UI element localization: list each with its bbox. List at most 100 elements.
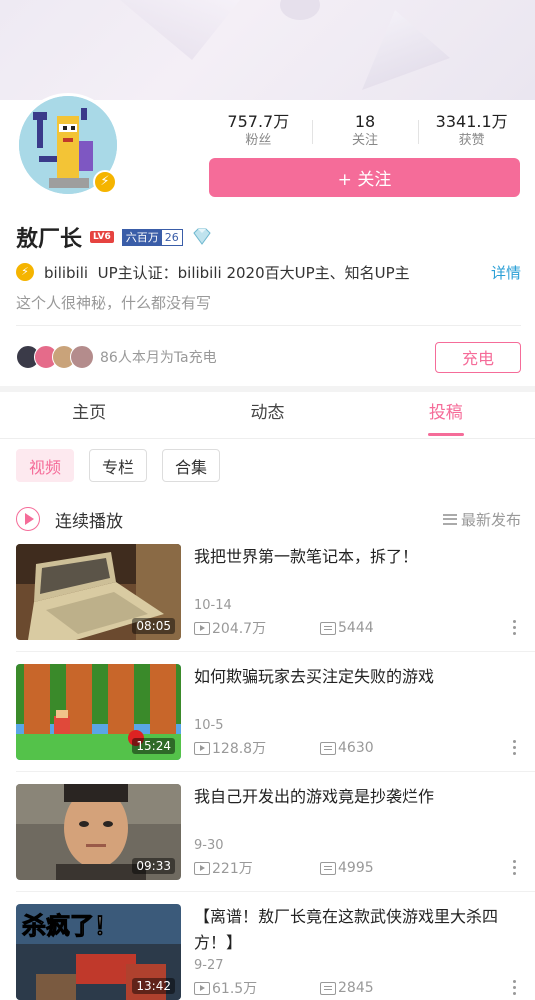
divider (16, 891, 535, 892)
stat-value: 18 (354, 112, 376, 131)
danmaku-icon (320, 741, 336, 755)
play-count: 221万 (194, 858, 320, 878)
divider (0, 438, 535, 439)
video-duration: 13:42 (132, 978, 175, 994)
play-all-row: 连续播放 最新发布 (16, 505, 521, 533)
stat-fans[interactable]: 757.7万 粉丝 (205, 112, 312, 152)
stat-likes[interactable]: 3341.1万 获赞 (418, 112, 525, 152)
play-count-icon (194, 621, 210, 635)
profile-stats: 757.7万 粉丝 18 关注 3341.1万 获赞 (205, 112, 525, 152)
play-count-icon (194, 861, 210, 875)
list-icon (442, 513, 457, 525)
stat-label: 获赞 (458, 133, 485, 148)
more-options-icon[interactable] (513, 980, 517, 996)
diamond-icon[interactable] (191, 228, 213, 246)
video-date: 10-5 (194, 718, 224, 733)
charge-row: 86人本月为Ta充电 充电 (16, 341, 521, 373)
play-count: 61.5万 (194, 978, 320, 998)
video-meta: 61.5万 2845 (194, 978, 521, 998)
stat-value: 3341.1万 (435, 112, 508, 131)
video-thumbnail[interactable]: 杀疯了！ 13:42 (16, 904, 181, 1000)
stat-value: 757.7万 (227, 112, 290, 131)
play-count-value: 128.8万 (212, 741, 267, 757)
danmaku-count-value: 2845 (338, 980, 374, 996)
video-date: 9-27 (194, 958, 224, 973)
video-duration: 09:33 (132, 858, 175, 874)
play-count-icon (194, 741, 210, 755)
divider (16, 651, 535, 652)
video-title[interactable]: 如何欺骗玩家去买注定失败的游戏 (194, 664, 514, 690)
danmaku-count: 4995 (320, 860, 374, 876)
more-options-icon[interactable] (513, 740, 517, 756)
video-duration: 15:24 (132, 738, 175, 754)
play-count: 204.7万 (194, 618, 320, 638)
more-options-icon[interactable] (513, 620, 517, 636)
cert-description: UP主认证：bilibili 2020百大UP主、知名UP主 (97, 263, 410, 282)
video-thumbnail[interactable]: 15:24 (16, 664, 181, 760)
danmaku-count-value: 4995 (338, 860, 374, 876)
video-date: 9-30 (194, 838, 224, 853)
video-item[interactable]: 15:24 如何欺骗玩家去买注定失败的游戏 10-5 128.8万 4630 (16, 664, 521, 760)
play-count-icon (194, 981, 210, 995)
video-meta: 221万 4995 (194, 858, 521, 878)
chip-collections[interactable]: 合集 (162, 449, 221, 482)
follow-button[interactable]: + 关注 (209, 158, 520, 197)
tab-uploads[interactable]: 投稿 (357, 392, 535, 438)
tab-home[interactable]: 主页 (0, 392, 178, 438)
video-thumbnail[interactable]: 08:05 (16, 544, 181, 640)
avatar (70, 345, 94, 369)
video-item[interactable]: 09:33 我自己开发出的游戏竟是抄袭烂作 9-30 221万 4995 (16, 784, 521, 880)
danmaku-count: 4630 (320, 740, 374, 756)
play-circle-icon[interactable] (16, 507, 40, 531)
tab-dynamic[interactable]: 动态 (178, 392, 356, 438)
sort-label: 最新发布 (460, 510, 521, 529)
video-title[interactable]: 【离谱！敖厂长竟在这款武侠游戏里大杀四方！】 (194, 904, 514, 956)
charger-avatars[interactable] (16, 345, 94, 369)
chip-videos[interactable]: 视频 (16, 449, 75, 482)
username: 敖厂长 (16, 227, 83, 252)
certification-text: bilibili UP主认证：bilibili 2020百大UP主、知名UP主 (44, 262, 491, 283)
danmaku-count: 2845 (320, 980, 374, 996)
play-count-value: 204.7万 (212, 621, 267, 637)
fan-medal[interactable]: 六百万 26 (121, 228, 183, 246)
video-title[interactable]: 我自己开发出的游戏竟是抄袭烂作 (194, 784, 514, 810)
medal-level: 26 (161, 229, 182, 245)
more-options-icon[interactable] (513, 860, 517, 876)
play-count: 128.8万 (194, 738, 320, 758)
play-count-value: 221万 (212, 861, 253, 877)
video-title[interactable]: 我把世界第一款笔记本，拆了！ (194, 544, 514, 570)
level-badge: LV6 (90, 231, 114, 243)
divider (16, 325, 521, 326)
play-all-button[interactable]: 连续播放 (55, 507, 443, 532)
danmaku-icon (320, 981, 336, 995)
video-duration: 08:05 (132, 618, 175, 634)
bio-text: 这个人很神秘，什么都没有写 (16, 294, 212, 312)
cert-brand: bilibili (44, 263, 89, 282)
chip-articles[interactable]: 专栏 (89, 449, 148, 482)
thumbnail-caption: 杀疯了！ (22, 912, 119, 941)
play-count-value: 61.5万 (212, 981, 258, 997)
danmaku-count-value: 4630 (338, 740, 374, 756)
danmaku-icon (320, 861, 336, 875)
content-type-filter: 视频 专栏 合集 (16, 449, 221, 482)
certification-row: ⚡ bilibili UP主认证：bilibili 2020百大UP主、知名UP… (16, 260, 521, 284)
sort-selector[interactable]: 最新发布 (442, 509, 521, 530)
medal-name: 六百万 (122, 229, 162, 245)
details-link[interactable]: 详情 (491, 262, 521, 283)
lightning-icon: ⚡ (16, 263, 34, 281)
danmaku-count: 5444 (320, 620, 374, 636)
video-meta: 128.8万 4630 (194, 738, 521, 758)
video-thumbnail[interactable]: 09:33 (16, 784, 181, 880)
danmaku-icon (320, 621, 336, 635)
profile-banner (0, 0, 535, 100)
video-item[interactable]: 08:05 我把世界第一款笔记本，拆了！ 10-14 204.7万 5444 (16, 544, 521, 640)
stat-following[interactable]: 18 关注 (311, 112, 419, 152)
name-row: 敖厂长 LV6 六百万 26 (16, 222, 213, 252)
stat-label: 关注 (352, 133, 379, 148)
stat-label: 粉丝 (245, 133, 272, 148)
profile-tabs: 主页 动态 投稿 (0, 392, 535, 438)
video-item[interactable]: 杀疯了！ 13:42 【离谱！敖厂长竟在这款武侠游戏里大杀四方！】 9-27 6… (16, 904, 521, 1000)
charge-button[interactable]: 充电 (435, 341, 521, 373)
verified-badge-icon: ⚡ (93, 170, 117, 194)
danmaku-count-value: 5444 (338, 620, 374, 636)
